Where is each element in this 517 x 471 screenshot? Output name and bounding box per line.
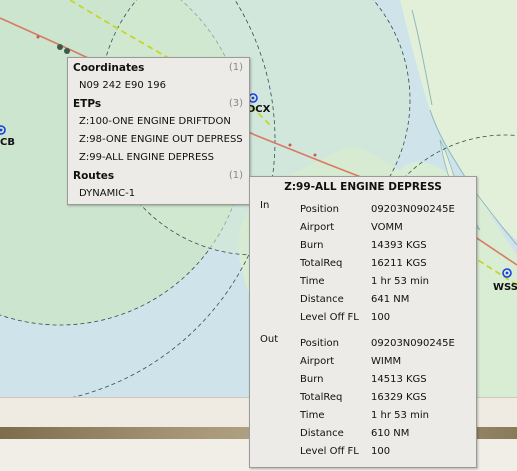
in-key: Burn bbox=[300, 240, 324, 251]
in-section-label: In bbox=[260, 200, 270, 211]
out-section-label: Out bbox=[260, 334, 279, 345]
routes-header: Routes bbox=[73, 170, 115, 182]
coordinates-header: Coordinates bbox=[73, 62, 145, 74]
waypoint bbox=[288, 143, 292, 147]
in-value: 09203N090245E bbox=[371, 204, 455, 215]
waypoint bbox=[57, 44, 63, 50]
out-key: Level Off FL bbox=[300, 446, 359, 457]
in-value: 1 hr 53 min bbox=[371, 276, 429, 287]
out-key: Airport bbox=[300, 356, 335, 367]
out-key: Burn bbox=[300, 374, 324, 385]
in-value: VOMM bbox=[371, 222, 403, 233]
in-key: TotalReq bbox=[300, 258, 343, 269]
out-key: Distance bbox=[300, 428, 344, 439]
coordinates-item[interactable]: N09 242 E90 196 bbox=[79, 80, 166, 91]
out-value: 1 hr 53 min bbox=[371, 410, 429, 421]
etp-item[interactable]: Z:98-ONE ENGINE OUT DEPRESS bbox=[79, 134, 243, 145]
out-key: TotalReq bbox=[300, 392, 343, 403]
etp-detail-popup: Z:99-ALL ENGINE DEPRESS In Position 0920… bbox=[249, 176, 477, 468]
in-value: 641 NM bbox=[371, 294, 410, 305]
etp-detail-title: Z:99-ALL ENGINE DEPRESS bbox=[284, 181, 442, 193]
in-key: Position bbox=[300, 204, 339, 215]
out-key: Position bbox=[300, 338, 339, 349]
in-key: Airport bbox=[300, 222, 335, 233]
in-key: Distance bbox=[300, 294, 344, 305]
out-value: 100 bbox=[371, 446, 391, 457]
station-label-cb: CB bbox=[0, 137, 15, 148]
map-context-menu: Coordinates (1) N09 242 E90 196 ETPs (3)… bbox=[67, 57, 250, 205]
etps-count: (3) bbox=[228, 98, 243, 109]
coordinates-count: (1) bbox=[228, 62, 243, 73]
out-value: 610 NM bbox=[371, 428, 410, 439]
etps-header: ETPs bbox=[73, 98, 102, 110]
out-value: 14513 KGS bbox=[371, 374, 427, 385]
routes-count: (1) bbox=[228, 170, 243, 181]
waypoint bbox=[64, 48, 70, 54]
out-value: 09203N090245E bbox=[371, 338, 455, 349]
in-value: 14393 KGS bbox=[371, 240, 427, 251]
station-label-dcx: DCX bbox=[247, 104, 271, 115]
in-key: Time bbox=[300, 276, 325, 287]
out-value: 16329 KGS bbox=[371, 392, 427, 403]
in-key: Level Off FL bbox=[300, 312, 359, 323]
in-value: 16211 KGS bbox=[371, 258, 427, 269]
etp-item[interactable]: Z:99-ALL ENGINE DEPRESS bbox=[79, 152, 214, 163]
waypoint bbox=[313, 153, 317, 157]
in-value: 100 bbox=[371, 312, 391, 323]
out-value: WIMM bbox=[371, 356, 402, 367]
route-item[interactable]: DYNAMIC-1 bbox=[79, 188, 135, 199]
etp-item[interactable]: Z:100-ONE ENGINE DRIFTDON bbox=[79, 116, 231, 127]
out-key: Time bbox=[300, 410, 325, 421]
waypoint bbox=[36, 35, 40, 39]
station-label-wss: WSS bbox=[493, 282, 517, 293]
